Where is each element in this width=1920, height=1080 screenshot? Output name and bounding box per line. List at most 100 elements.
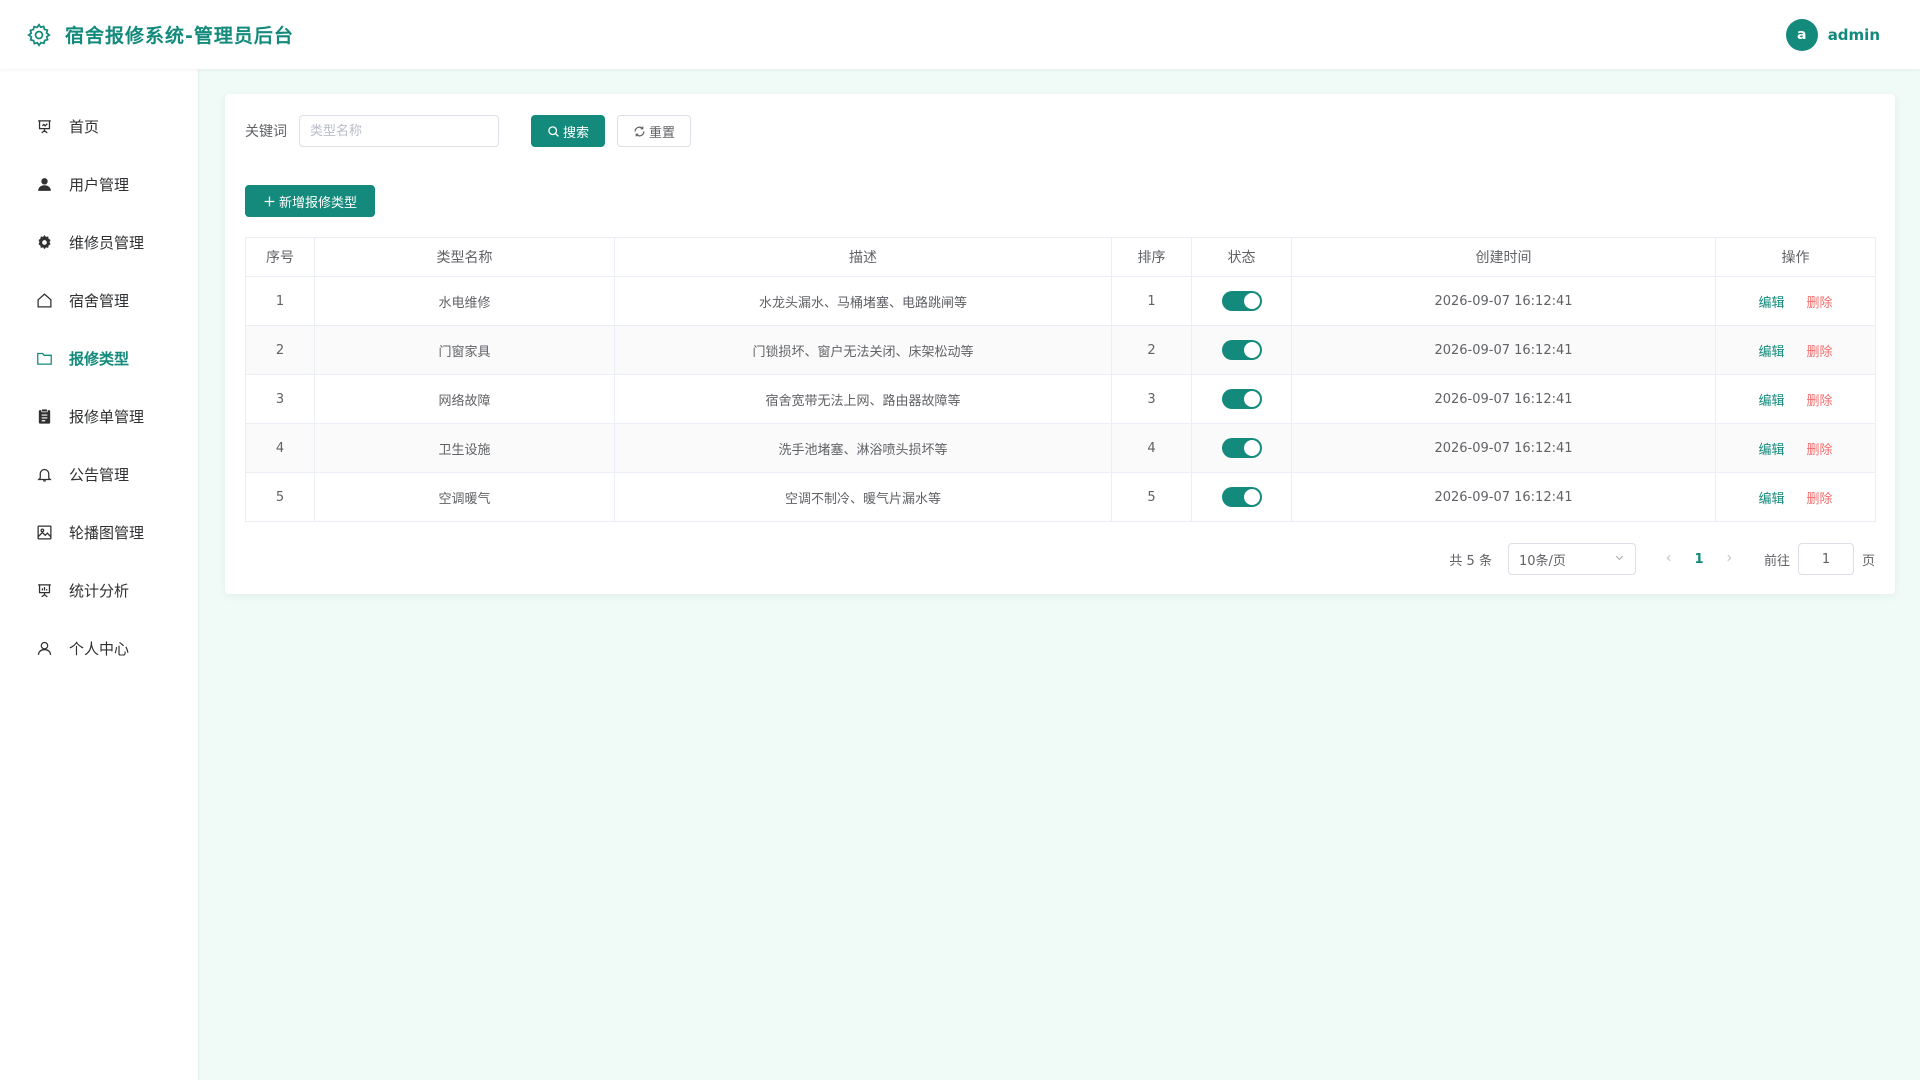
sidebar-item-announcements[interactable]: 公告管理 xyxy=(0,445,198,503)
cell-desc: 洗手池堵塞、淋浴喷头损坏等 xyxy=(614,423,1112,473)
sidebar-item-label: 报修单管理 xyxy=(69,407,145,426)
cell-index: 4 xyxy=(245,423,315,473)
pagination: 共 5 条 10条/页 1 前往 页 xyxy=(1449,543,1875,575)
avatar[interactable]: a xyxy=(1785,18,1818,51)
gear-logo-icon xyxy=(25,21,53,49)
sidebar-item-profile[interactable]: 个人中心 xyxy=(0,619,198,677)
delete-link[interactable]: 删除 xyxy=(1807,345,1833,360)
status-toggle[interactable] xyxy=(1221,438,1262,458)
sidebar-item-label: 维修员管理 xyxy=(69,233,145,252)
toggle-knob xyxy=(1243,342,1260,358)
filter-bar: 关键词 搜索 重置 xyxy=(245,115,691,147)
toggle-knob xyxy=(1243,440,1260,456)
sidebar-item-label: 报修类型 xyxy=(69,349,130,368)
reset-button[interactable]: 重置 xyxy=(617,115,691,147)
cell-sort: 4 xyxy=(1111,423,1192,473)
col-header-desc: 描述 xyxy=(614,237,1112,277)
total-count: 共 5 条 xyxy=(1449,553,1492,569)
person-icon xyxy=(35,639,53,657)
cell-sort: 1 xyxy=(1111,276,1192,326)
delete-link[interactable]: 删除 xyxy=(1807,492,1833,507)
sidebar-item-repair-types[interactable]: 报修类型 xyxy=(0,329,198,387)
page-number-current[interactable]: 1 xyxy=(1684,552,1714,567)
cell-status xyxy=(1191,325,1292,375)
table-row: 5 空调暖气 空调不制冷、暖气片漏水等 5 2026-09-07 16:12:4… xyxy=(245,472,1876,522)
sidebar-item-home[interactable]: 首页 xyxy=(0,97,198,155)
refresh-icon xyxy=(633,125,646,138)
sidebar-item-label: 公告管理 xyxy=(69,465,130,484)
next-page-button[interactable] xyxy=(1714,552,1744,567)
cell-desc: 空调不制冷、暖气片漏水等 xyxy=(614,472,1112,522)
cell-status xyxy=(1191,423,1292,473)
table-row: 1 水电维修 水龙头漏水、马桶堵塞、电路跳闸等 1 2026-09-07 16:… xyxy=(245,276,1876,326)
delete-link[interactable]: 删除 xyxy=(1807,443,1833,458)
status-toggle[interactable] xyxy=(1221,389,1262,409)
page-size-select[interactable]: 10条/页 xyxy=(1507,543,1636,575)
sidebar-item-statistics[interactable]: 统计分析 xyxy=(0,561,198,619)
sidebar-item-users[interactable]: 用户管理 xyxy=(0,155,198,213)
cell-actions: 编辑 删除 xyxy=(1715,423,1876,473)
cell-index: 1 xyxy=(245,276,315,326)
search-button[interactable]: 搜索 xyxy=(531,115,605,147)
delete-link[interactable]: 删除 xyxy=(1807,296,1833,311)
sidebar-item-repair-orders[interactable]: 报修单管理 xyxy=(0,387,198,445)
user-menu[interactable]: a admin xyxy=(1785,18,1880,51)
gear-icon xyxy=(35,233,53,251)
sidebar-item-label: 宿舍管理 xyxy=(69,291,130,310)
app-title: 宿舍报修系统-管理员后台 xyxy=(65,25,294,47)
keyword-input[interactable] xyxy=(299,115,499,147)
edit-link[interactable]: 编辑 xyxy=(1758,492,1784,507)
search-button-label: 搜索 xyxy=(562,125,589,141)
col-header-actions: 操作 xyxy=(1715,237,1876,277)
picture-icon xyxy=(35,523,53,541)
edit-link[interactable]: 编辑 xyxy=(1758,394,1784,409)
status-toggle[interactable] xyxy=(1221,291,1262,311)
prev-page-button[interactable] xyxy=(1654,552,1684,567)
cell-status xyxy=(1191,472,1292,522)
sidebar: 首页 用户管理 维修员管理 宿舍管理 报修类型 报修单管理 公告管理 轮播图管理… xyxy=(0,69,199,1080)
table-row: 3 网络故障 宿舍宽带无法上网、路由器故障等 3 2026-09-07 16:1… xyxy=(245,374,1876,424)
presentation-icon xyxy=(35,117,53,135)
sidebar-item-label: 用户管理 xyxy=(69,175,130,194)
repair-types-table: 序号 类型名称 描述 排序 状态 创建时间 操作 1 水电维修 水龙头漏水、马桶… xyxy=(245,237,1876,522)
cell-index: 2 xyxy=(245,325,315,375)
cell-index: 5 xyxy=(245,472,315,522)
sidebar-item-label: 首页 xyxy=(69,117,100,136)
reset-button-label: 重置 xyxy=(648,125,675,141)
edit-link[interactable]: 编辑 xyxy=(1758,345,1784,360)
house-icon xyxy=(35,291,53,309)
search-icon xyxy=(547,125,560,138)
keyword-label: 关键词 xyxy=(245,124,287,140)
sidebar-item-carousel[interactable]: 轮播图管理 xyxy=(0,503,198,561)
edit-link[interactable]: 编辑 xyxy=(1758,443,1784,458)
cell-sort: 3 xyxy=(1111,374,1192,424)
cell-name: 空调暖气 xyxy=(314,472,615,522)
delete-link[interactable]: 删除 xyxy=(1807,394,1833,409)
cell-status xyxy=(1191,276,1292,326)
status-toggle[interactable] xyxy=(1221,340,1262,360)
edit-link[interactable]: 编辑 xyxy=(1758,296,1784,311)
table-header-row: 序号 类型名称 描述 排序 状态 创建时间 操作 xyxy=(245,237,1876,277)
sidebar-item-label: 统计分析 xyxy=(69,581,130,600)
add-repair-type-button[interactable]: 新增报修类型 xyxy=(245,185,375,217)
page-unit-label: 页 xyxy=(1861,553,1875,569)
user-name[interactable]: admin xyxy=(1828,26,1880,44)
sidebar-item-dorms[interactable]: 宿舍管理 xyxy=(0,271,198,329)
cell-sort: 2 xyxy=(1111,325,1192,375)
cell-actions: 编辑 删除 xyxy=(1715,276,1876,326)
status-toggle[interactable] xyxy=(1221,487,1262,507)
toggle-knob xyxy=(1243,293,1260,309)
cell-name: 网络故障 xyxy=(314,374,615,424)
goto-page-input[interactable] xyxy=(1797,543,1854,575)
cell-created: 2026-09-07 16:12:41 xyxy=(1291,276,1716,326)
cell-created: 2026-09-07 16:12:41 xyxy=(1291,423,1716,473)
cell-index: 3 xyxy=(245,374,315,424)
col-header-index: 序号 xyxy=(245,237,315,277)
cell-sort: 5 xyxy=(1111,472,1192,522)
cell-desc: 宿舍宽带无法上网、路由器故障等 xyxy=(614,374,1112,424)
top-header: 宿舍报修系统-管理员后台 a admin xyxy=(0,0,1920,69)
cell-actions: 编辑 删除 xyxy=(1715,374,1876,424)
sidebar-item-repairmen[interactable]: 维修员管理 xyxy=(0,213,198,271)
cell-actions: 编辑 删除 xyxy=(1715,325,1876,375)
cell-name: 门窗家具 xyxy=(314,325,615,375)
